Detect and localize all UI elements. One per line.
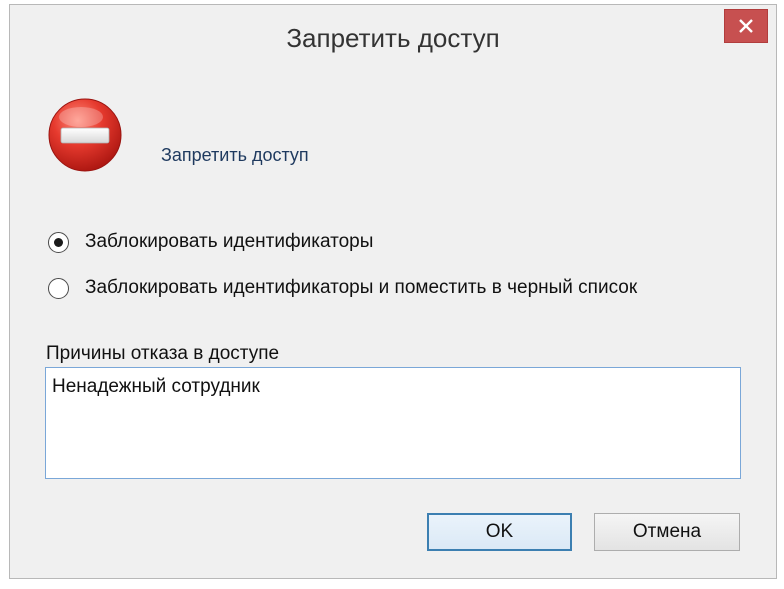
- dialog-window: Запретить доступ Запретить доступ Заблок…: [9, 4, 777, 579]
- close-button[interactable]: [724, 9, 768, 43]
- radio-label: Заблокировать идентификаторы: [85, 231, 374, 252]
- reason-label: Причины отказа в доступе: [46, 343, 280, 364]
- cancel-button[interactable]: Отмена: [594, 513, 740, 551]
- radio-button-checked[interactable]: [48, 231, 69, 253]
- radio-block-ids[interactable]: Заблокировать идентификаторы: [48, 231, 373, 253]
- stop-icon: [47, 97, 123, 173]
- dialog-content: Запретить доступ Заблокировать идентифик…: [10, 75, 776, 578]
- radio-block-ids-blacklist[interactable]: Заблокировать идентификаторы и поместить…: [48, 277, 637, 299]
- dialog-heading: Запретить доступ: [161, 145, 309, 165]
- radio-label: Заблокировать идентификаторы и поместить…: [85, 277, 638, 298]
- title-bar[interactable]: Запретить доступ: [10, 5, 776, 75]
- window-title: Запретить доступ: [286, 23, 500, 53]
- reason-textarea[interactable]: Ненадежный сотрудник: [45, 367, 741, 479]
- close-icon: [739, 19, 753, 33]
- ok-button[interactable]: OK: [427, 513, 572, 551]
- radio-button-unchecked[interactable]: [48, 277, 69, 299]
